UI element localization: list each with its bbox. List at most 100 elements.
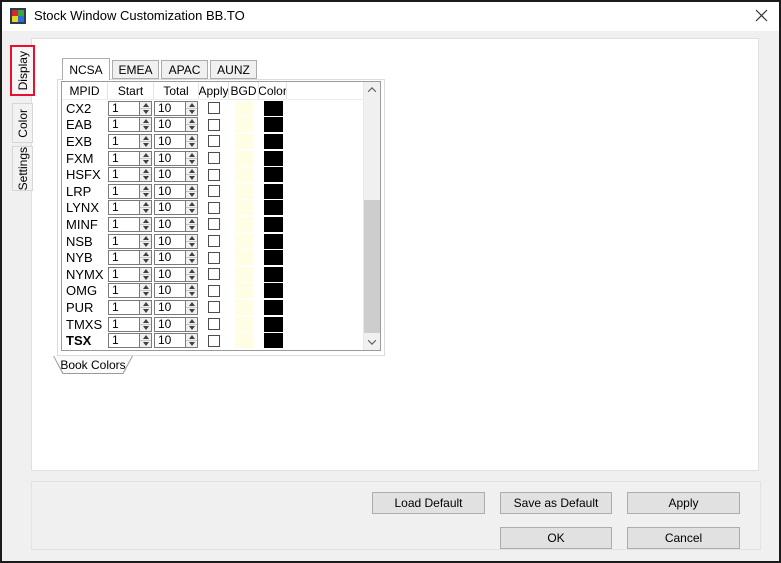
titlebar[interactable]: Stock Window Customization BB.TO (0, 0, 781, 31)
spinner-down-button[interactable] (140, 323, 151, 331)
spinner-down-button[interactable] (186, 257, 197, 265)
side-tab-display[interactable]: Display (10, 45, 35, 96)
start-spinner[interactable]: 1 (108, 283, 152, 299)
total-spinner[interactable]: 10 (154, 250, 198, 266)
spinner-down-button[interactable] (140, 107, 151, 115)
apply-checkbox[interactable] (208, 318, 220, 331)
apply-checkbox[interactable] (208, 235, 220, 248)
apply-checkbox[interactable] (208, 301, 220, 314)
ok-button[interactable]: OK (500, 527, 612, 549)
bgd-color-swatch[interactable] (235, 333, 253, 349)
tab-ncsa[interactable]: NCSA (62, 58, 110, 80)
apply-checkbox[interactable] (208, 152, 220, 165)
start-spinner[interactable]: 1 (108, 133, 152, 149)
scrollbar-thumb[interactable] (364, 200, 380, 333)
bgd-color-swatch[interactable] (235, 283, 253, 299)
side-tab-settings[interactable]: Settings (12, 146, 33, 191)
scroll-up-icon[interactable] (364, 82, 380, 98)
bgd-color-swatch[interactable] (235, 233, 253, 249)
load-default-button[interactable]: Load Default (372, 492, 485, 514)
bgd-color-swatch[interactable] (235, 133, 253, 149)
spinner-down-button[interactable] (140, 207, 151, 215)
apply-checkbox[interactable] (208, 185, 220, 198)
start-spinner[interactable]: 1 (108, 167, 152, 183)
apply-checkbox[interactable] (208, 168, 220, 181)
text-color-swatch[interactable] (263, 250, 283, 266)
spinner-down-button[interactable] (140, 157, 151, 165)
spinner-down-button[interactable] (186, 306, 197, 314)
start-spinner[interactable]: 1 (108, 216, 152, 232)
total-spinner[interactable]: 10 (154, 316, 198, 332)
apply-checkbox[interactable] (208, 284, 220, 297)
cancel-button[interactable]: Cancel (627, 527, 740, 549)
spinner-down-button[interactable] (186, 207, 197, 215)
scroll-down-icon[interactable] (364, 334, 380, 350)
total-spinner[interactable]: 10 (154, 117, 198, 133)
apply-button[interactable]: Apply (627, 492, 740, 514)
tab-apac[interactable]: APAC (161, 60, 208, 79)
total-spinner[interactable]: 10 (154, 183, 198, 199)
start-spinner[interactable]: 1 (108, 233, 152, 249)
spinner-down-button[interactable] (186, 124, 197, 132)
spinner-down-button[interactable] (186, 157, 197, 165)
spinner-down-button[interactable] (140, 306, 151, 314)
spinner-down-button[interactable] (186, 273, 197, 281)
total-spinner[interactable]: 10 (154, 133, 198, 149)
text-color-swatch[interactable] (263, 117, 283, 133)
spinner-down-button[interactable] (186, 323, 197, 331)
spinner-down-button[interactable] (140, 124, 151, 132)
total-spinner[interactable]: 10 (154, 150, 198, 166)
text-color-swatch[interactable] (263, 183, 283, 199)
bgd-color-swatch[interactable] (235, 299, 253, 315)
total-spinner[interactable]: 10 (154, 200, 198, 216)
spinner-down-button[interactable] (186, 174, 197, 182)
text-color-swatch[interactable] (263, 100, 283, 116)
start-spinner[interactable]: 1 (108, 200, 152, 216)
total-spinner[interactable]: 10 (154, 299, 198, 315)
bgd-color-swatch[interactable] (235, 117, 253, 133)
start-spinner[interactable]: 1 (108, 183, 152, 199)
apply-checkbox[interactable] (208, 201, 220, 214)
text-color-swatch[interactable] (263, 233, 283, 249)
total-spinner[interactable]: 10 (154, 266, 198, 282)
text-color-swatch[interactable] (263, 216, 283, 232)
total-spinner[interactable]: 10 (154, 167, 198, 183)
spinner-down-button[interactable] (186, 240, 197, 248)
tab-emea[interactable]: EMEA (112, 60, 159, 79)
apply-checkbox[interactable] (208, 102, 220, 115)
apply-checkbox[interactable] (208, 251, 220, 264)
spinner-down-button[interactable] (186, 340, 197, 348)
tab-aunz[interactable]: AUNZ (210, 60, 257, 79)
spinner-down-button[interactable] (186, 223, 197, 231)
text-color-swatch[interactable] (263, 266, 283, 282)
bgd-color-swatch[interactable] (235, 150, 253, 166)
start-spinner[interactable]: 1 (108, 100, 152, 116)
bgd-color-swatch[interactable] (235, 100, 253, 116)
text-color-swatch[interactable] (263, 150, 283, 166)
spinner-down-button[interactable] (140, 223, 151, 231)
close-button[interactable] (744, 2, 778, 29)
text-color-swatch[interactable] (263, 200, 283, 216)
total-spinner[interactable]: 10 (154, 100, 198, 116)
spinner-down-button[interactable] (140, 174, 151, 182)
save-as-default-button[interactable]: Save as Default (500, 492, 612, 514)
spinner-down-button[interactable] (140, 257, 151, 265)
mpid-grid-scrollbar[interactable] (363, 82, 380, 350)
start-spinner[interactable]: 1 (108, 117, 152, 133)
apply-checkbox[interactable] (208, 218, 220, 231)
text-color-swatch[interactable] (263, 167, 283, 183)
apply-checkbox[interactable] (208, 334, 220, 347)
spinner-down-button[interactable] (140, 140, 151, 148)
spinner-down-button[interactable] (140, 273, 151, 281)
bgd-color-swatch[interactable] (235, 250, 253, 266)
bgd-color-swatch[interactable] (235, 216, 253, 232)
start-spinner[interactable]: 1 (108, 316, 152, 332)
text-color-swatch[interactable] (263, 133, 283, 149)
apply-checkbox[interactable] (208, 118, 220, 131)
spinner-down-button[interactable] (186, 107, 197, 115)
apply-checkbox[interactable] (208, 268, 220, 281)
total-spinner[interactable]: 10 (154, 283, 198, 299)
bgd-color-swatch[interactable] (235, 183, 253, 199)
bgd-color-swatch[interactable] (235, 266, 253, 282)
spinner-down-button[interactable] (140, 290, 151, 298)
